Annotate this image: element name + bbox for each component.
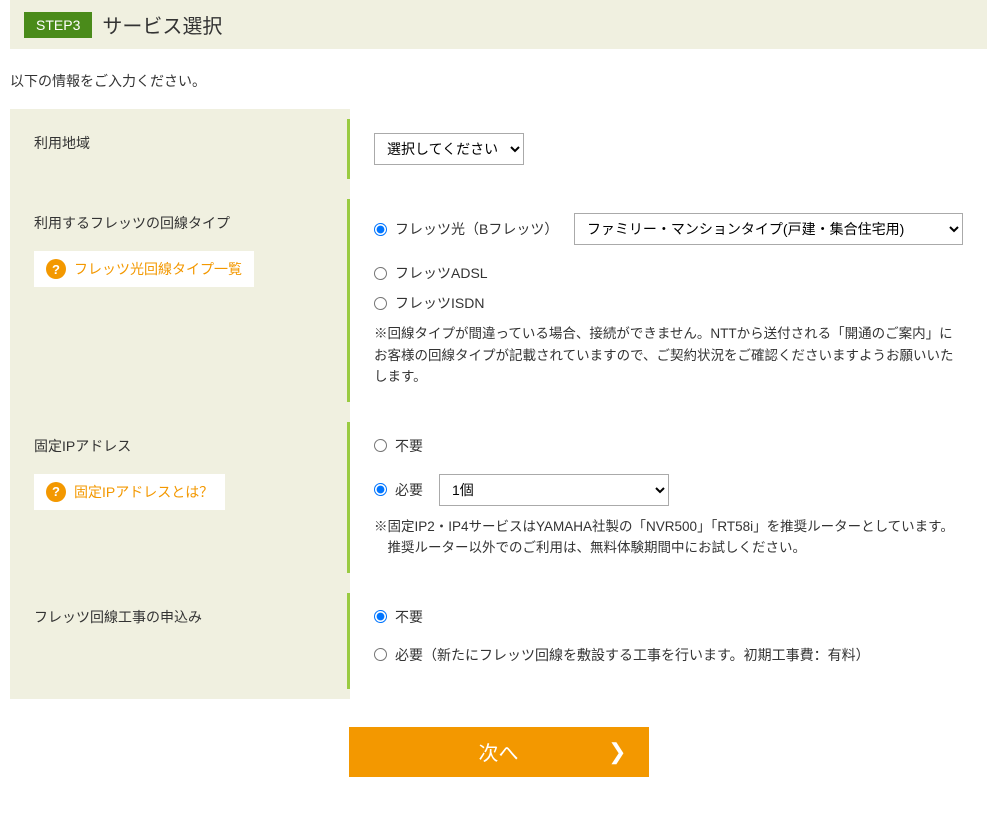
radio-cons-needed-label[interactable]: 必要（新たにフレッツ回線を敷設する工事を行います。初期工事費：有料） xyxy=(395,645,870,665)
radio-cons-needed[interactable] xyxy=(374,648,387,661)
row-area-input-col: 選択してください xyxy=(350,109,987,189)
question-icon: ? xyxy=(46,259,66,279)
radio-flets-isdn[interactable] xyxy=(374,297,387,310)
radio-flets-hikari[interactable] xyxy=(374,223,387,236)
radio-flets-adsl-label[interactable]: フレッツADSL xyxy=(395,263,488,283)
row-fixed-ip: 固定IPアドレス ? 固定IPアドレスとは？ 不要 必要 1個 ※固定IP2・I… xyxy=(10,412,987,583)
step-badge: STEP3 xyxy=(24,12,92,38)
fixed-ip-note: ※固定IP2・IP4サービスはYAMAHA社製の「NVR500」「RT58i」を… xyxy=(374,516,963,559)
fixed-ip-note-line1: ※固定IP2・IP4サービスはYAMAHA社製の「NVR500」「RT58i」を… xyxy=(374,519,954,534)
radio-ip-unneeded[interactable] xyxy=(374,439,387,452)
radio-cons-unneeded[interactable] xyxy=(374,610,387,623)
radio-ip-needed-label[interactable]: 必要 xyxy=(395,480,423,500)
row-fixed-ip-label: 固定IPアドレス xyxy=(34,436,326,456)
row-construction-label: フレッツ回線工事の申込み xyxy=(34,607,326,627)
radio-ip-needed[interactable] xyxy=(374,483,387,496)
radio-flets-hikari-label[interactable]: フレッツ光（Bフレッツ） xyxy=(395,219,558,239)
line-type-help-link[interactable]: ? フレッツ光回線タイプ一覧 xyxy=(34,251,254,287)
fixed-ip-note-line2: 推奨ルーター以外でのご利用は、無料体験期間中にお試しください。 xyxy=(374,537,806,559)
row-line-type-label-col: 利用するフレッツの回線タイプ ? フレッツ光回線タイプ一覧 xyxy=(10,189,350,412)
chevron-right-icon: ❯ xyxy=(608,739,626,765)
row-construction-input-col: 不要 必要（新たにフレッツ回線を敷設する工事を行います。初期工事費：有料） xyxy=(350,583,987,699)
row-construction: フレッツ回線工事の申込み 不要 必要（新たにフレッツ回線を敷設する工事を行います… xyxy=(10,583,987,699)
area-select[interactable]: 選択してください xyxy=(374,133,524,165)
page-title: サービス選択 xyxy=(102,10,222,39)
radio-flets-adsl[interactable] xyxy=(374,267,387,280)
row-area: 利用地域 選択してください xyxy=(10,109,987,189)
radio-cons-unneeded-label[interactable]: 不要 xyxy=(395,607,423,627)
row-fixed-ip-label-col: 固定IPアドレス ? 固定IPアドレスとは？ xyxy=(10,412,350,583)
next-button-label: 次へ xyxy=(479,737,519,766)
row-fixed-ip-input-col: 不要 必要 1個 ※固定IP2・IP4サービスはYAMAHA社製の「NVR500… xyxy=(350,412,987,583)
question-icon: ? xyxy=(46,482,66,502)
row-area-label-col: 利用地域 xyxy=(10,109,350,189)
line-type-note: ※回線タイプが間違っている場合、接続ができません。NTTから送付される「開通のご… xyxy=(374,323,963,388)
instruction-text: 以下の情報をご入力ください。 xyxy=(10,71,987,91)
line-type-help-text: フレッツ光回線タイプ一覧 xyxy=(74,259,242,279)
row-construction-label-col: フレッツ回線工事の申込み xyxy=(10,583,350,699)
radio-ip-unneeded-label[interactable]: 不要 xyxy=(395,436,423,456)
ip-count-select[interactable]: 1個 xyxy=(439,474,669,506)
row-line-type-input-col: フレッツ光（Bフレッツ） ファミリー・マンションタイプ(戸建・集合住宅用) フレ… xyxy=(350,189,987,412)
fixed-ip-help-text: 固定IPアドレスとは？ xyxy=(74,482,213,502)
row-area-label: 利用地域 xyxy=(34,133,326,153)
row-line-type: 利用するフレッツの回線タイプ ? フレッツ光回線タイプ一覧 フレッツ光（Bフレッ… xyxy=(10,189,987,412)
next-button[interactable]: 次へ ❯ xyxy=(349,727,649,777)
flets-hikari-type-select[interactable]: ファミリー・マンションタイプ(戸建・集合住宅用) xyxy=(574,213,963,245)
radio-flets-isdn-label[interactable]: フレッツISDN xyxy=(395,293,484,313)
step-header: STEP3 サービス選択 xyxy=(10,0,987,49)
row-line-type-label: 利用するフレッツの回線タイプ xyxy=(34,213,326,233)
fixed-ip-help-link[interactable]: ? 固定IPアドレスとは？ xyxy=(34,474,225,510)
